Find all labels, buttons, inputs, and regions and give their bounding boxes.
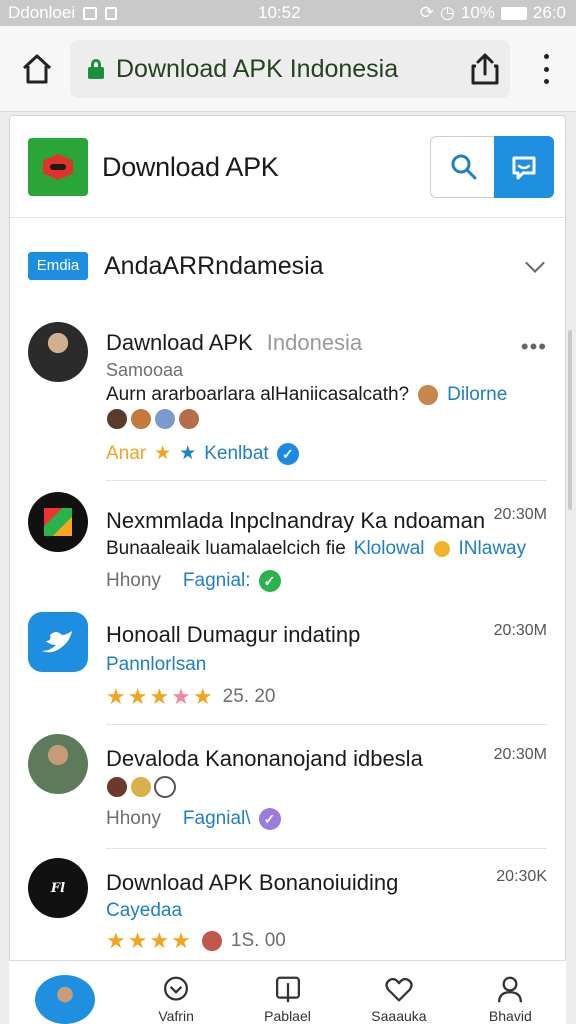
item-description: Bunaaleaik luamalaelcich fie Klolowal IN… [106, 538, 527, 559]
browser-toolbar: Download APK Indonesia [0, 26, 576, 112]
nav-profile[interactable] [9, 961, 120, 1024]
carrier-label: Ddonloei [8, 3, 76, 22]
list-item[interactable]: Honoall Dumagur indatinp 20:30M Pannlorl… [10, 612, 565, 722]
reaction-avatars [106, 408, 200, 430]
item-subtitle: Cayedaa [106, 900, 183, 921]
mini-avatar [417, 384, 440, 406]
section-header[interactable]: Emdia AndaARRndamesia [10, 226, 565, 304]
user-icon [498, 976, 523, 1003]
avatar [28, 322, 88, 382]
item-subtitle: Samooaa [106, 360, 184, 380]
status-time: 10:52 [258, 3, 301, 22]
mini-avatar [200, 930, 223, 952]
nav-label: Vafrin [158, 1008, 194, 1024]
section-badge: Emdia [28, 252, 88, 280]
more-options-icon[interactable]: ••• [521, 334, 547, 360]
download-box-icon [275, 976, 300, 1003]
nav-label: Saaauka [371, 1008, 427, 1024]
alarm-icon: ◷ [440, 3, 455, 22]
notification-icon [105, 6, 118, 20]
battery-percent: 10% [460, 3, 495, 22]
bird-icon [42, 631, 72, 653]
chevron-down-icon[interactable] [525, 253, 545, 273]
nav-item-vafrin[interactable]: Vafrin [120, 961, 231, 1024]
overflow-menu-icon[interactable] [536, 54, 556, 84]
site-header: Download APK [10, 116, 565, 218]
nav-item-pablael[interactable]: Pablael [232, 961, 343, 1024]
avatar [28, 734, 88, 794]
app-icon: Fl [28, 858, 88, 918]
list-item[interactable]: Devaloda Kanonanojand idbesla 20:30M Hho… [10, 724, 565, 844]
nav-label: Pablael [264, 1008, 311, 1024]
rating-stars: ★★★★★ [106, 684, 215, 709]
item-title: Honoall Dumagur indatinp [106, 622, 361, 647]
app-icon [28, 612, 88, 672]
page-card: Download APK Emdia AndaARRndamesia Dawnl… [9, 115, 566, 1024]
chat-icon [512, 156, 536, 180]
nav-item-saaauka[interactable]: Saaauka [343, 961, 454, 1024]
search-icon [451, 154, 476, 180]
status-right-time: 26:0 [532, 3, 566, 22]
app-icon [28, 492, 88, 552]
url-text: Download APK Indonesia [116, 54, 399, 83]
item-tags: Anar ★ ★ Kenlbat ✓ [106, 442, 299, 465]
item-rating: ★★★★ 1S. 00 [106, 928, 286, 953]
home-icon[interactable] [20, 52, 54, 86]
list-item[interactable]: Dawnload APK Indonesia ••• Samooaa Aurn a… [10, 314, 565, 474]
item-meta: Hhony Fagnial\ ✓ [106, 808, 281, 830]
item-time: 20:30K [496, 868, 547, 885]
verified-icon: ✓ [258, 570, 281, 592]
site-logo[interactable] [28, 138, 88, 196]
item-meta: Hhony Fagnial: ✓ [106, 570, 281, 592]
scrollbar[interactable] [568, 330, 572, 510]
rating-stars: ★★★★ [106, 928, 193, 953]
battery-icon [500, 6, 527, 20]
item-time: 20:30M [493, 622, 547, 639]
sync-icon: ⟳ [419, 3, 435, 22]
item-rating: ★★★★★ 25. 20 [106, 684, 276, 709]
verified-icon: ✓ [258, 808, 281, 830]
item-time: 20:30M [493, 746, 547, 763]
item-title: Nexmmlada lnpclnandray Ka ndoaman [106, 508, 486, 533]
item-time: 20:30M [493, 506, 547, 523]
nav-label: Bhavid [488, 1008, 532, 1024]
item-subtitle: Pannlorlsan [106, 654, 207, 675]
screenshot-icon [83, 6, 98, 20]
item-title: Download APK Bonanoiuiding [106, 870, 399, 895]
heart-clock-icon [164, 976, 189, 1001]
status-bar: Ddonloei 10:52 ⟳ ◷ 10% 26:0 [0, 0, 576, 26]
profile-avatar [34, 975, 95, 1024]
coin-icon [432, 540, 451, 558]
site-title[interactable]: Download APK [102, 152, 279, 183]
reaction-avatars [106, 776, 176, 798]
list-item[interactable]: Fl Download APK Bonanoiuiding 20:30K Cay… [10, 848, 565, 966]
item-description: Aurn ararboarlara alHaniicasalcath? Dilo… [106, 384, 508, 406]
bottom-nav: Vafrin Pablael Saaauka Bhavid [9, 960, 566, 1024]
search-button[interactable] [430, 136, 496, 198]
section-title: AndaARRndamesia [104, 252, 324, 280]
star-icon: ★ [154, 443, 172, 464]
nav-item-bhavid[interactable]: Bhavid [455, 961, 566, 1024]
lock-icon [88, 59, 104, 79]
list-item[interactable]: Nexmmlada lnpclnandray Ka ndoaman 20:30M… [10, 480, 565, 608]
chat-button[interactable] [494, 136, 554, 198]
star-icon: ★ [179, 443, 197, 464]
verified-icon: ✓ [276, 442, 299, 465]
item-title: Devaloda Kanonanojand idbesla [106, 746, 423, 771]
heart-icon [385, 977, 413, 1002]
share-icon[interactable] [470, 52, 500, 86]
item-title: Dawnload APK Indonesia [106, 330, 363, 355]
url-field[interactable]: Download APK Indonesia [70, 40, 510, 98]
